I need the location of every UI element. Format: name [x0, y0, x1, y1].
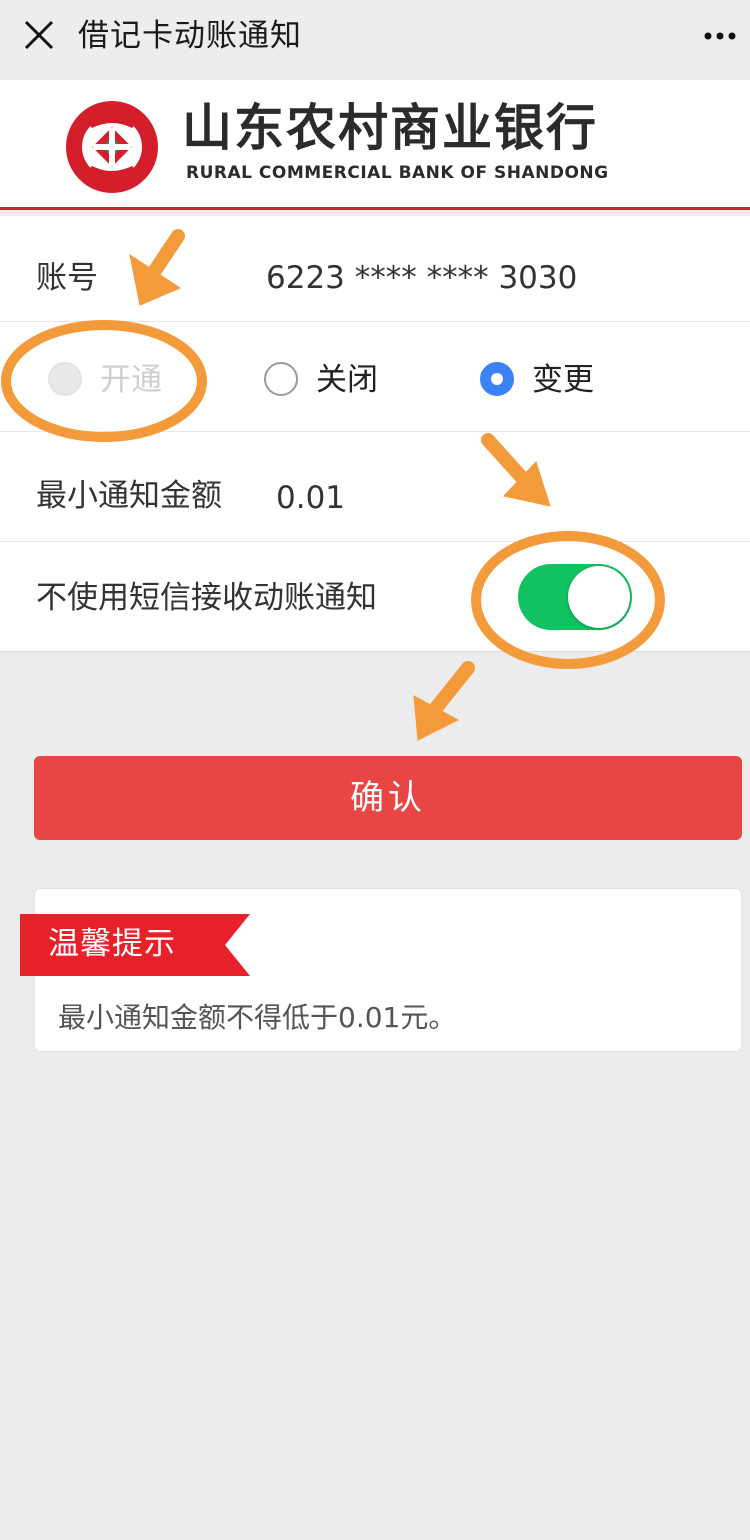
min-amount-value[interactable]: 0.01: [276, 478, 345, 518]
account-value: 6223 **** **** 3030: [266, 260, 578, 296]
mode-radio-group: 开通 关闭 变更: [0, 322, 750, 432]
radio-open-label: 开通: [100, 362, 162, 398]
radio-close-circle: [264, 362, 298, 396]
bank-name-cn: 山东农村商业银行: [182, 99, 598, 157]
tips-title: 温馨提示: [48, 926, 176, 962]
radio-close[interactable]: 关闭: [264, 360, 414, 400]
page-title: 借记卡动账通知: [78, 18, 302, 54]
bank-name-en: RURAL COMMERCIAL BANK OF SHANDONG: [186, 163, 609, 183]
radio-change-circle: [480, 362, 514, 396]
sms-toggle-knob: [568, 566, 630, 628]
radio-close-label: 关闭: [316, 362, 378, 398]
sms-label: 不使用短信接收动账通知: [36, 580, 377, 616]
account-row: 账号 6223 **** **** 3030: [0, 216, 750, 322]
tips-text: 最小通知金额不得低于0.01元。: [58, 1001, 457, 1034]
radio-change-label: 变更: [532, 362, 594, 398]
min-amount-label: 最小通知金额: [36, 478, 222, 514]
notification-form: 账号 6223 **** **** 3030 开通 关闭 变更 最小通知金额 0…: [0, 216, 750, 652]
account-label: 账号: [36, 260, 98, 296]
sms-toggle[interactable]: [518, 564, 632, 630]
more-icon[interactable]: [700, 24, 740, 48]
radio-open-circle: [48, 362, 82, 396]
radio-change[interactable]: 变更: [480, 360, 630, 400]
close-icon[interactable]: [22, 18, 56, 52]
bank-logo-icon: [66, 101, 158, 193]
radio-open[interactable]: 开通: [48, 360, 198, 400]
sms-row: 不使用短信接收动账通知: [0, 542, 750, 652]
title-bar: 借记卡动账通知: [0, 0, 750, 80]
confirm-button[interactable]: 确认: [34, 756, 742, 840]
bank-header: 山东农村商业银行 RURAL COMMERCIAL BANK OF SHANDO…: [0, 80, 750, 210]
min-amount-row: 最小通知金额 0.01: [0, 432, 750, 542]
arrow-annotation-3: [413, 661, 475, 741]
